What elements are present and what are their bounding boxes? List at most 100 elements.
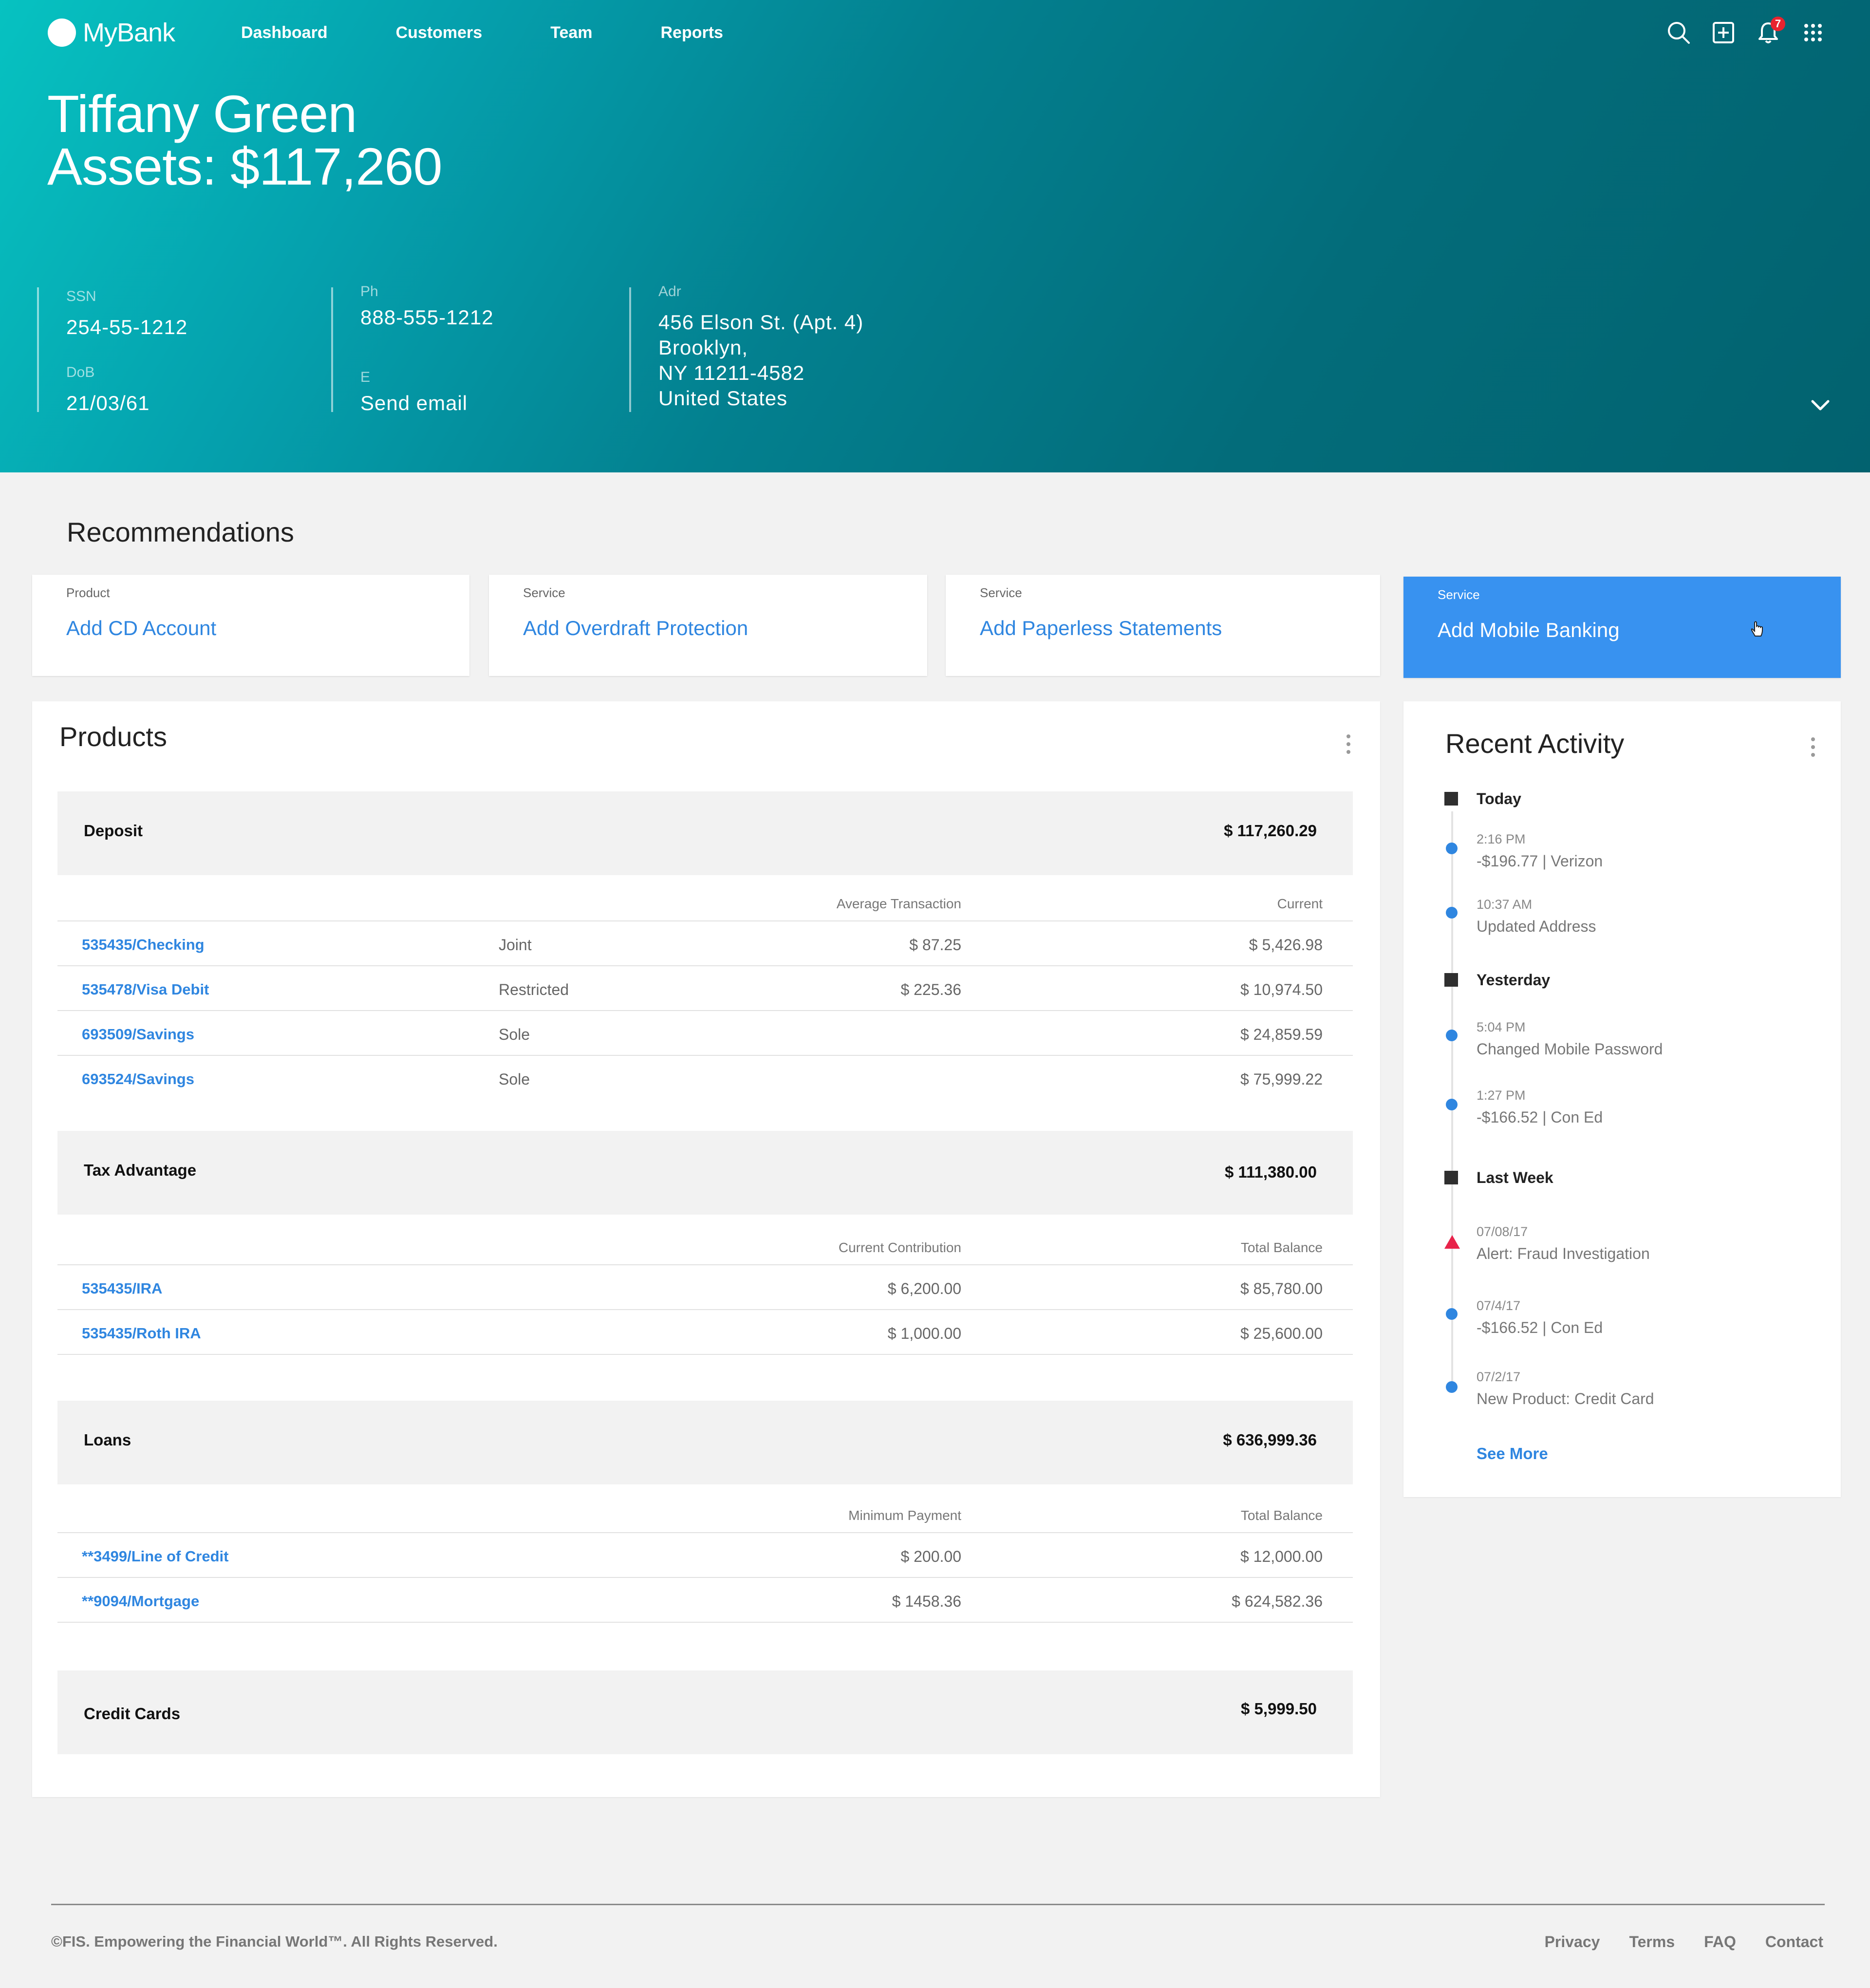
current-balance: $ 75,999.22 bbox=[1240, 1070, 1323, 1088]
table-row[interactable]: **3499/Line of Credit $ 200.00 $ 12,000.… bbox=[57, 1533, 1353, 1578]
account-link[interactable]: 693509/Savings bbox=[82, 1026, 194, 1043]
footer-link-contact[interactable]: Contact bbox=[1765, 1933, 1823, 1951]
rec-kind: Service bbox=[523, 585, 565, 600]
rec-label[interactable]: Add Mobile Banking bbox=[1438, 619, 1620, 642]
table-row[interactable]: 693524/Savings Sole $ 75,999.22 bbox=[57, 1056, 1353, 1100]
activity-dot-icon bbox=[1446, 1099, 1458, 1110]
activity-desc: -$166.52 | Con Ed bbox=[1477, 1108, 1603, 1126]
table-row[interactable]: 535435/Roth IRA $ 1,000.00 $ 25,600.00 bbox=[57, 1310, 1353, 1355]
ssn-label: SSN bbox=[66, 288, 96, 304]
rec-kind: Product bbox=[66, 585, 110, 600]
activity-time: 5:04 PM bbox=[1477, 1020, 1526, 1034]
footer-link-faq[interactable]: FAQ bbox=[1704, 1933, 1736, 1951]
activity-dot-icon bbox=[1446, 843, 1458, 854]
group-name: Deposit bbox=[84, 822, 143, 840]
average-transaction: $ 225.36 bbox=[900, 981, 961, 998]
section-heading: Today bbox=[1477, 790, 1521, 807]
section-marker-icon bbox=[1444, 1171, 1458, 1184]
address-column: Adr 456 Elson St. (Apt. 4) Brooklyn, NY … bbox=[629, 283, 972, 412]
notification-badge: 7 bbox=[1771, 17, 1785, 31]
footer-link-privacy[interactable]: Privacy bbox=[1545, 1933, 1600, 1951]
rec-label[interactable]: Add Paperless Statements bbox=[980, 617, 1222, 640]
rec-card-paperless[interactable]: Service Add Paperless Statements bbox=[946, 575, 1380, 676]
total-balance: $ 85,780.00 bbox=[1240, 1280, 1323, 1297]
recent-activity-panel bbox=[1403, 701, 1841, 1497]
table-row[interactable]: 535435/Checking Joint $ 87.25 $ 5,426.98 bbox=[57, 921, 1353, 966]
col-header-1: Average Transaction bbox=[836, 896, 961, 911]
logo-icon bbox=[48, 19, 76, 47]
current-balance: $ 24,859.59 bbox=[1240, 1026, 1323, 1043]
group-loans: Loans $ 636,999.36 bbox=[57, 1401, 1353, 1484]
dob-label: DoB bbox=[66, 364, 95, 380]
brand-logo[interactable]: MyBank bbox=[48, 18, 175, 48]
group-total: $ 5,999.50 bbox=[1241, 1700, 1317, 1718]
rec-kind: Service bbox=[1438, 587, 1480, 602]
activity-desc: Changed Mobile Password bbox=[1477, 1040, 1663, 1058]
nav-dashboard[interactable]: Dashboard bbox=[241, 23, 328, 42]
section-heading: Yesterday bbox=[1477, 971, 1551, 989]
nav-reports[interactable]: Reports bbox=[661, 23, 723, 42]
rec-card-cd-account[interactable]: Product Add CD Account bbox=[32, 575, 469, 676]
account-link[interactable]: **9094/Mortgage bbox=[82, 1593, 199, 1610]
footer-link-terms[interactable]: Terms bbox=[1629, 1933, 1675, 1951]
activity-desc: Alert: Fraud Investigation bbox=[1477, 1245, 1650, 1262]
total-balance: $ 25,600.00 bbox=[1240, 1325, 1323, 1342]
brand-name: MyBank bbox=[83, 18, 175, 47]
products-more-icon[interactable] bbox=[1345, 734, 1352, 759]
nav-customers[interactable]: Customers bbox=[396, 23, 483, 42]
current-contribution: $ 6,200.00 bbox=[887, 1280, 961, 1297]
average-transaction: $ 87.25 bbox=[909, 936, 961, 954]
phone-label: Ph bbox=[360, 283, 378, 300]
bell-icon[interactable]: 7 bbox=[1755, 17, 1785, 46]
table-row[interactable]: 693509/Savings Sole $ 24,859.59 bbox=[57, 1011, 1353, 1056]
activity-time: 1:27 PM bbox=[1477, 1088, 1526, 1103]
group-deposit: Deposit $ 117,260.29 bbox=[57, 791, 1353, 875]
table-row[interactable]: 535478/Visa Debit Restricted $ 225.36 $ … bbox=[57, 966, 1353, 1011]
current-balance: $ 5,426.98 bbox=[1249, 936, 1323, 954]
group-total: $ 111,380.00 bbox=[1224, 1163, 1317, 1181]
section-marker-icon bbox=[1444, 973, 1458, 987]
account-link[interactable]: **3499/Line of Credit bbox=[82, 1548, 228, 1565]
table-row[interactable]: **9094/Mortgage $ 1458.36 $ 624,582.36 bbox=[57, 1578, 1353, 1623]
copyright-text: ©FIS. Empowering the Financial World™. A… bbox=[51, 1933, 498, 1950]
current-contribution: $ 1,000.00 bbox=[887, 1325, 961, 1342]
phone-value: 888-555-1212 bbox=[360, 306, 494, 329]
activity-dot-icon bbox=[1446, 1030, 1458, 1041]
col-header-2: Current bbox=[1277, 896, 1323, 911]
group-credit-cards: Credit Cards $ 5,999.50 bbox=[57, 1670, 1353, 1754]
activity-more-icon[interactable] bbox=[1810, 737, 1816, 762]
rec-kind: Service bbox=[980, 585, 1022, 600]
activity-desc: Updated Address bbox=[1477, 918, 1596, 935]
rec-label[interactable]: Add Overdraft Protection bbox=[523, 617, 748, 640]
email-link[interactable]: Send email bbox=[360, 392, 468, 415]
tax-table-header: Current Contribution Total Balance bbox=[57, 1220, 1353, 1265]
account-link[interactable]: 693524/Savings bbox=[82, 1070, 194, 1088]
chevron-down-icon[interactable] bbox=[1809, 394, 1832, 417]
see-more-link[interactable]: See More bbox=[1477, 1444, 1548, 1463]
rec-card-mobile-banking[interactable]: Service Add Mobile Banking bbox=[1403, 577, 1841, 678]
table-row[interactable]: 535435/IRA $ 6,200.00 $ 85,780.00 bbox=[57, 1265, 1353, 1310]
account-link[interactable]: 535435/Roth IRA bbox=[82, 1325, 201, 1342]
top-actions: 7 bbox=[1665, 17, 1826, 46]
activity-time: 07/08/17 bbox=[1477, 1224, 1528, 1239]
nav-team[interactable]: Team bbox=[550, 23, 592, 42]
rec-card-overdraft[interactable]: Service Add Overdraft Protection bbox=[489, 575, 927, 676]
rec-label[interactable]: Add CD Account bbox=[66, 617, 216, 640]
ssn-value: 254-55-1212 bbox=[66, 316, 188, 338]
search-icon[interactable] bbox=[1665, 19, 1692, 46]
total-balance: $ 12,000.00 bbox=[1240, 1548, 1323, 1565]
activity-desc: -$196.77 | Verizon bbox=[1477, 852, 1603, 870]
account-link[interactable]: 535478/Visa Debit bbox=[82, 981, 209, 998]
account-link[interactable]: 535435/Checking bbox=[82, 936, 205, 954]
alert-triangle-icon bbox=[1444, 1235, 1460, 1249]
col-header-2: Total Balance bbox=[1240, 1508, 1323, 1523]
activity-time: 07/2/17 bbox=[1477, 1369, 1521, 1384]
hand-cursor-icon bbox=[1751, 621, 1763, 637]
account-link[interactable]: 535435/IRA bbox=[82, 1280, 162, 1297]
activity-dot-icon bbox=[1446, 907, 1458, 919]
activity-dot-icon bbox=[1446, 1381, 1458, 1393]
footer-divider bbox=[51, 1904, 1825, 1905]
ownership-type: Sole bbox=[499, 1026, 530, 1043]
apps-grid-icon[interactable] bbox=[1800, 19, 1826, 46]
add-icon[interactable] bbox=[1710, 19, 1737, 46]
